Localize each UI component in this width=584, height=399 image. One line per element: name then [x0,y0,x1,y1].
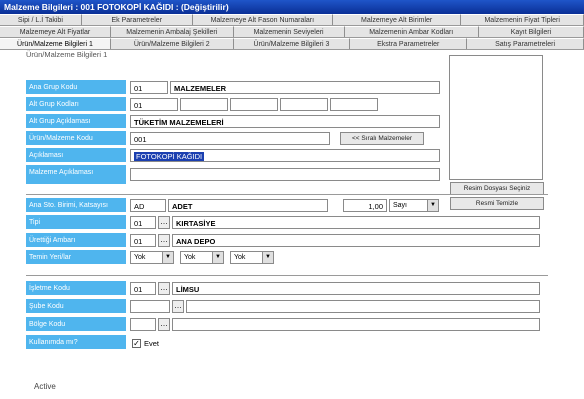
malzeme-aciklama-field[interactable] [130,168,440,181]
alt-grup-code-3-field[interactable] [230,98,278,111]
sirali-malzemeler-button[interactable]: << Sıralı Malzemeler [340,132,424,145]
section-title: Ürün/Malzeme Bilgileri 1 [26,50,108,59]
tab-seviyeler[interactable]: Malzemenin Seviyeleri [233,26,345,37]
label-birim: Ana Sto. Birimi, Katsayısı [26,198,126,213]
chevron-down-icon[interactable]: ▼ [212,252,223,263]
separator-2 [26,275,548,276]
tab-fiyat-tipleri[interactable]: Malzemenin Fiyat Tipleri [461,14,584,25]
label-tipi: Tipi [26,215,126,230]
bolge-lookup-button[interactable]: … [158,318,170,331]
label-alt-grup-aciklama: Alt Grup Açıklaması [26,114,126,129]
picture-box [449,55,543,180]
status-text: Active [34,382,56,391]
label-ana-grup: Ana Grup Kodu [26,80,126,95]
tipi-code-field[interactable]: 01 [130,216,156,229]
alt-grup-code-4-field[interactable] [280,98,328,111]
temin-1-value: Yok [134,254,146,261]
aciklama-field[interactable]: FOTOKOPİ KAĞIDI [130,149,440,162]
window-title: Malzeme Bilgileri : 001 FOTOKOPİ KAĞIDI … [0,0,584,14]
tab-urun-bilgileri-2[interactable]: Ürün/Malzeme Bilgileri 2 [110,38,234,49]
birim-combo[interactable]: Sayı ▼ [389,199,439,212]
tab-alt-birimler[interactable]: Malzemeye Alt Birimler [332,14,462,25]
tab-urun-bilgileri-3[interactable]: Ürün/Malzeme Bilgileri 3 [233,38,351,49]
tab-kayit-bilgileri[interactable]: Kayıt Bilgileri [478,26,584,37]
birim-name-field: ADET [168,199,328,212]
bolge-code-field[interactable] [130,318,156,331]
label-ambar: Ürettiği Ambarı [26,233,126,248]
tab-row-1: Sipi / L.İ Takibi Ek Parametreler Malzem… [0,14,584,26]
alt-grup-aciklama-field: TÜKETİM MALZEMELERİ [130,115,440,128]
label-alt-grup: Alt Grup Kodları [26,97,126,112]
temin-combo-1[interactable]: Yok ▼ [130,251,174,264]
label-urun-kodu: Ürün/Malzeme Kodu [26,131,126,146]
temin-combo-3[interactable]: Yok ▼ [230,251,274,264]
isletme-name-field: LİMSU [172,282,540,295]
temin-3-value: Yok [234,254,246,261]
tab-ambalaj-sekilleri[interactable]: Malzemenin Ambalaj Şekilleri [110,26,234,37]
label-sube: Şube Kodu [26,299,126,314]
urun-kodu-field[interactable]: 001 [130,132,330,145]
label-temin: Temin Yeri/lar [26,250,126,265]
label-aciklama: Açıklaması [26,148,126,163]
tab-row-3: Ürün/Malzeme Bilgileri 1 Ürün/Malzeme Bi… [0,38,584,50]
label-bolge: Bölge Kodu [26,317,126,332]
tipi-lookup-button[interactable]: … [158,216,170,229]
ambar-name-field: ANA DEPO [172,234,540,247]
isletme-code-field[interactable]: 01 [130,282,156,295]
tipi-name-field: KIRTASİYE [172,216,540,229]
chevron-down-icon[interactable]: ▼ [427,200,438,211]
birim-code-field[interactable]: AD [130,199,166,212]
alt-grup-code-2-field[interactable] [180,98,228,111]
label-malzeme-aciklama: Malzeme Açıklaması [26,165,126,185]
ana-grup-code-field[interactable]: 01 [130,81,168,94]
chevron-down-icon[interactable]: ▼ [262,252,273,263]
separator-1 [26,194,548,195]
birim-combo-value: Sayı [393,202,408,209]
sube-code-field[interactable] [130,300,170,313]
temin-combo-2[interactable]: Yok ▼ [180,251,224,264]
ambar-code-field[interactable]: 01 [130,234,156,247]
tab-ambar-kodlari[interactable]: Malzemenin Ambar Kodları [344,26,479,37]
temin-2-value: Yok [184,254,196,261]
alt-grup-code-1-field[interactable]: 01 [130,98,178,111]
tab-sipi-takibi[interactable]: Sipi / L.İ Takibi [0,14,82,25]
kullanimda-label: Evet [144,339,160,348]
tab-satis-parametreleri[interactable]: Satış Parametreleri [467,38,584,49]
label-kullanimda: Kullanımda mı? [26,335,126,350]
tab-row-2: Malzemeye Alt Fiyatlar Malzemenin Ambala… [0,26,584,38]
aciklama-selected-text: FOTOKOPİ KAĞIDI [134,152,205,161]
isletme-lookup-button[interactable]: … [158,282,170,295]
sube-name-field [186,300,540,313]
sube-lookup-button[interactable]: … [172,300,184,313]
resmi-temizle-button[interactable]: Resmi Temizle [450,197,544,210]
tab-ek-parametreler[interactable]: Ek Parametreler [81,14,193,25]
kullanimda-checkbox[interactable]: ✓ [132,339,141,348]
tab-urun-bilgileri-1[interactable]: Ürün/Malzeme Bilgileri 1 [0,38,111,49]
ana-grup-name-field: MALZEMELER [170,81,440,94]
chevron-down-icon[interactable]: ▼ [162,252,173,263]
birim-katsayi-field[interactable]: 1,00 [343,199,387,212]
tab-alt-fiyatlar[interactable]: Malzemeye Alt Fiyatlar [0,26,111,37]
label-isletme: İşletme Kodu [26,281,126,296]
tab-ekstra-parametreler[interactable]: Ekstra Parametreler [350,38,468,49]
bolge-name-field [172,318,540,331]
tab-fason-numaralari[interactable]: Malzemeye Alt Fason Numaraları [192,14,333,25]
alt-grup-code-5-field[interactable] [330,98,378,111]
ambar-lookup-button[interactable]: … [158,234,170,247]
